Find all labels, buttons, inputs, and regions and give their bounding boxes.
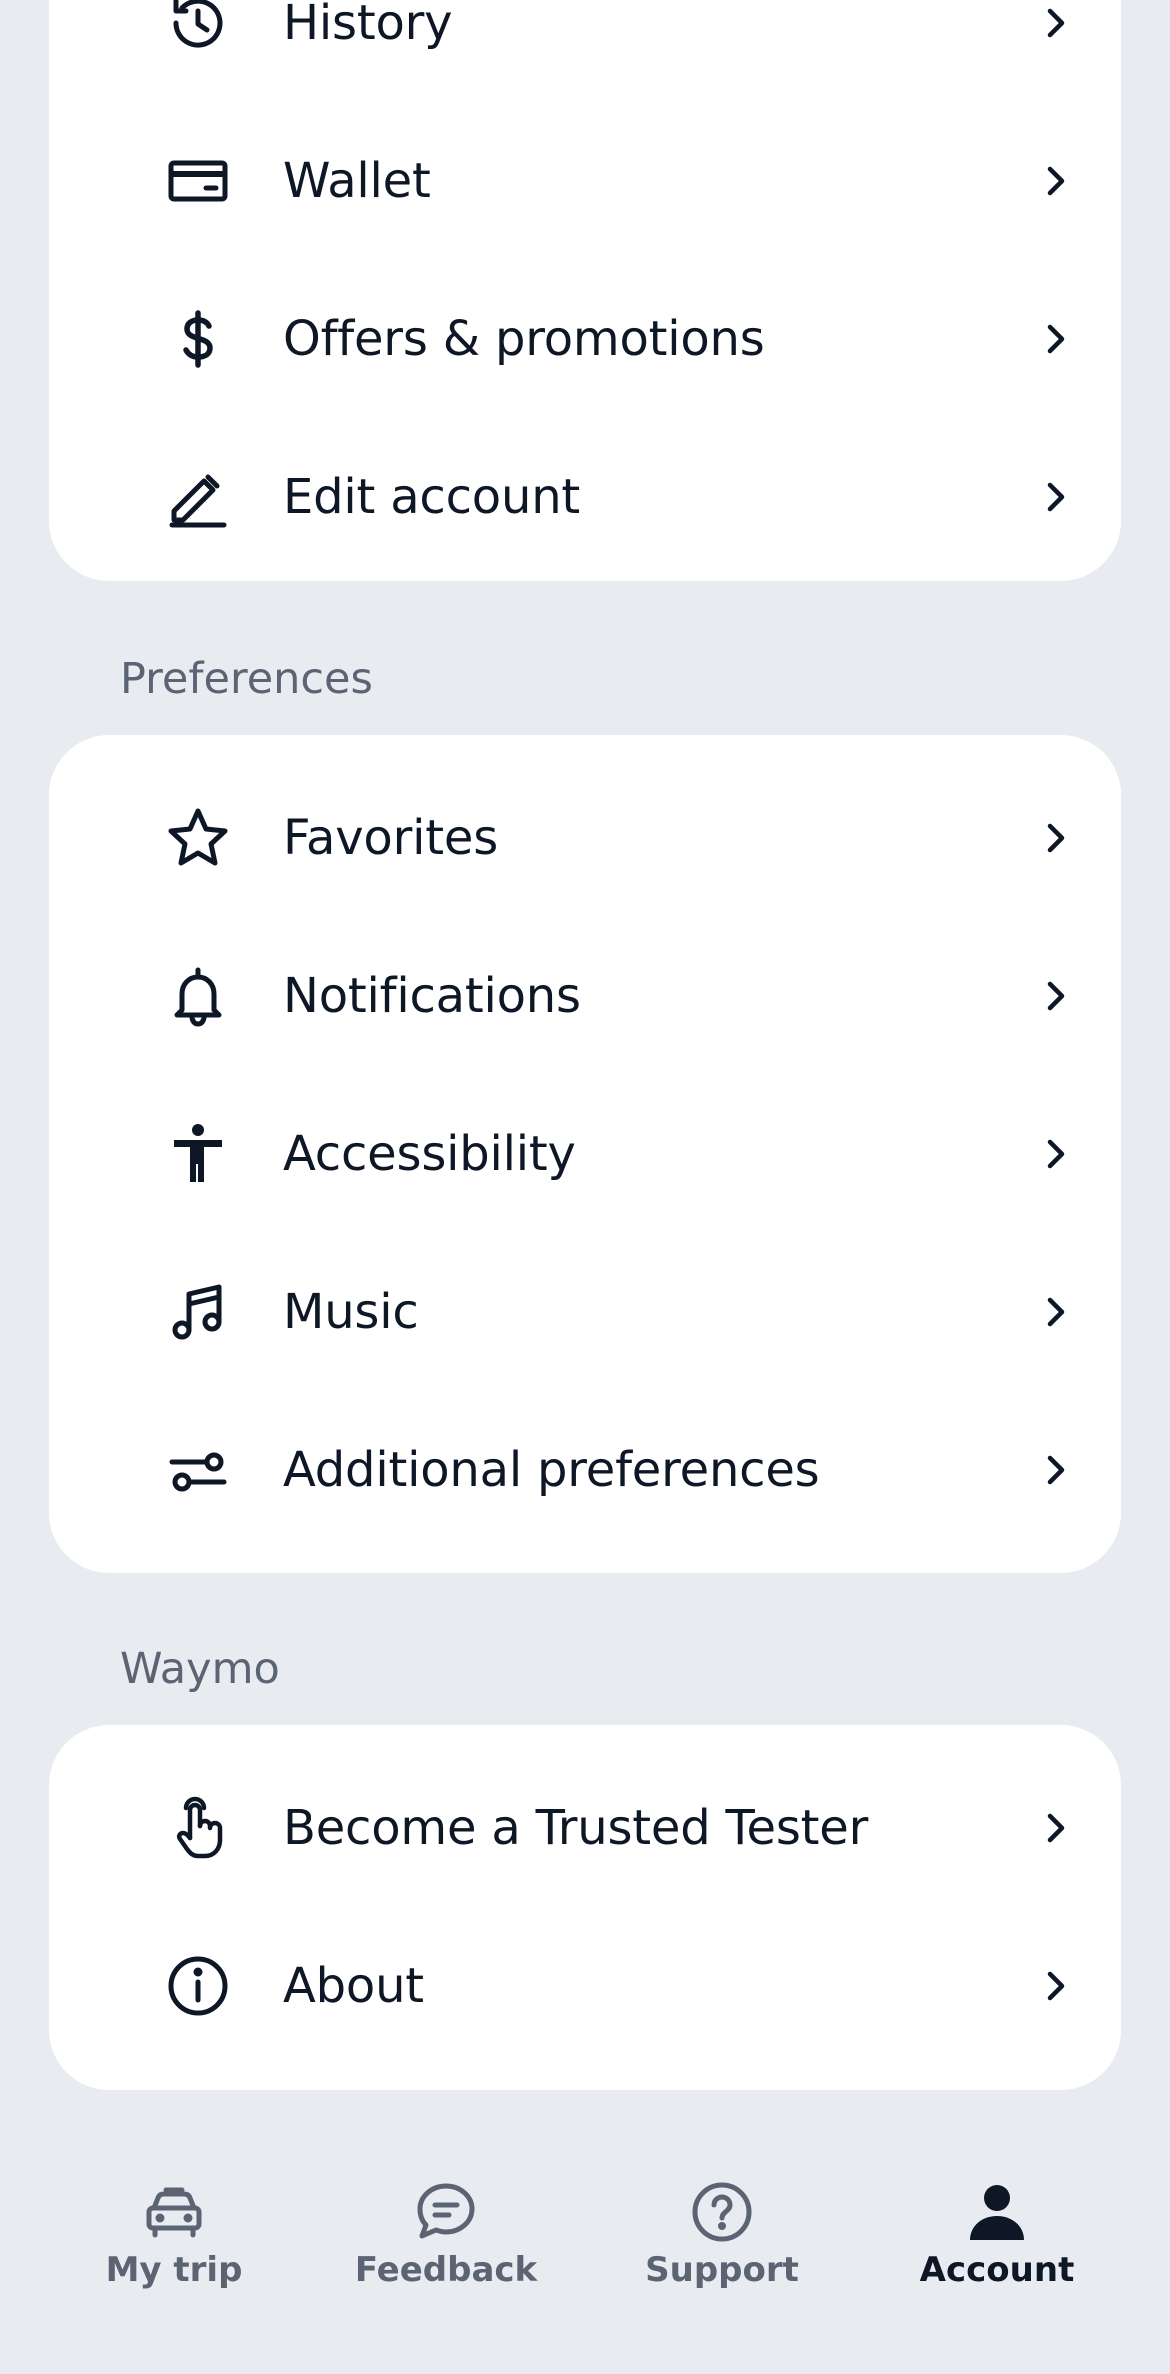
menu-item-wallet[interactable]: Wallet [49, 102, 1121, 260]
preferences-card: Favorites Notifications Accessibility Mu… [49, 735, 1121, 1573]
chevron-right-icon [1036, 1292, 1076, 1332]
menu-item-label: History [283, 0, 453, 51]
tab-my-trip[interactable]: My trip [64, 2180, 284, 2330]
menu-item-label: Favorites [283, 810, 499, 866]
menu-item-notifications[interactable]: Notifications [49, 917, 1121, 1075]
tab-label: Feedback [354, 2250, 538, 2290]
menu-item-additional-preferences[interactable]: Additional preferences [49, 1391, 1121, 1549]
tab-label: Support [645, 2250, 799, 2290]
menu-item-label: Edit account [283, 469, 581, 525]
music-note-icon [166, 1280, 230, 1344]
menu-item-become-trusted-tester[interactable]: Become a Trusted Tester [49, 1749, 1121, 1907]
menu-item-label: About [283, 1958, 424, 2014]
chat-bubble-icon [414, 2180, 478, 2244]
accessibility-icon [166, 1122, 230, 1186]
menu-item-label: Wallet [283, 153, 431, 209]
waymo-card: Become a Trusted Tester About [49, 1725, 1121, 2090]
tab-label: My trip [105, 2250, 243, 2290]
chevron-right-icon [1036, 3, 1076, 43]
tab-support[interactable]: Support [612, 2180, 832, 2330]
menu-item-edit-account[interactable]: Edit account [49, 418, 1121, 576]
menu-item-favorites[interactable]: Favorites [49, 759, 1121, 917]
history-icon [166, 0, 230, 55]
chevron-right-icon [1036, 1450, 1076, 1490]
menu-item-label: Become a Trusted Tester [283, 1800, 869, 1856]
menu-item-accessibility[interactable]: Accessibility [49, 1075, 1121, 1233]
menu-item-history[interactable]: History [49, 0, 1121, 102]
star-icon [166, 806, 230, 870]
chevron-right-icon [1036, 1966, 1076, 2006]
section-title-waymo: Waymo [120, 1644, 280, 1694]
pointing-hand-icon [166, 1796, 230, 1860]
chevron-right-icon [1036, 818, 1076, 858]
wallet-icon [166, 149, 230, 213]
car-icon [142, 2180, 206, 2244]
menu-item-label: Additional preferences [283, 1442, 820, 1498]
tab-account[interactable]: Account [887, 2180, 1107, 2330]
menu-item-offers-promotions[interactable]: Offers & promotions [49, 260, 1121, 418]
menu-item-label: Offers & promotions [283, 311, 765, 367]
dollar-icon [166, 307, 230, 371]
account-menu-card: History Wallet Offers & promotions Edit … [49, 0, 1121, 581]
menu-item-music[interactable]: Music [49, 1233, 1121, 1391]
chevron-right-icon [1036, 161, 1076, 201]
chevron-right-icon [1036, 319, 1076, 359]
info-icon [166, 1954, 230, 2018]
menu-item-label: Accessibility [283, 1126, 576, 1182]
person-icon [965, 2180, 1029, 2244]
menu-item-label: Notifications [283, 968, 581, 1024]
menu-item-label: Music [283, 1284, 419, 1340]
tab-label: Account [919, 2250, 1075, 2290]
sliders-icon [166, 1438, 230, 1502]
section-title-preferences: Preferences [120, 654, 373, 704]
chevron-right-icon [1036, 1808, 1076, 1848]
tab-feedback[interactable]: Feedback [336, 2180, 556, 2330]
chevron-right-icon [1036, 477, 1076, 517]
bottom-tab-bar: My trip Feedback Support Account [0, 2140, 1170, 2374]
menu-item-about[interactable]: About [49, 1907, 1121, 2065]
help-circle-icon [690, 2180, 754, 2244]
chevron-right-icon [1036, 976, 1076, 1016]
bell-icon [166, 964, 230, 1028]
pencil-icon [166, 465, 230, 529]
chevron-right-icon [1036, 1134, 1076, 1174]
